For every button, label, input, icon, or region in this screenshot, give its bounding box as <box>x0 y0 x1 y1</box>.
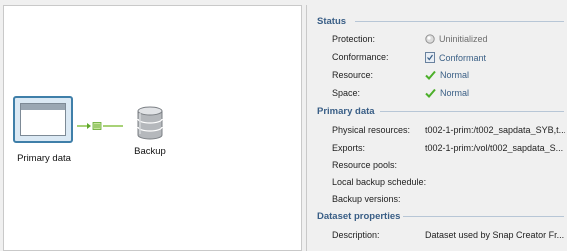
primary-data-section-header: Primary data <box>317 106 375 117</box>
replication-arrow-icon <box>77 122 123 130</box>
properties-panel: Status Protection: Uninitialized Conform… <box>306 5 567 251</box>
backup-node[interactable]: Backup <box>128 105 172 157</box>
database-icon <box>137 106 163 140</box>
dataset-details-pane: Primary data Backup Status Protection: U… <box>0 0 567 251</box>
local-backup-schedule-label: Local backup schedule: <box>332 177 427 187</box>
protection-value: Uninitialized <box>425 34 565 44</box>
primary-data-label: Primary data <box>17 153 71 164</box>
exports-label: Exports: <box>332 143 366 153</box>
green-check-icon <box>425 88 436 98</box>
conformance-value: Conformant <box>425 52 565 63</box>
conformant-shield-icon <box>425 52 435 63</box>
conformance-label: Conformance: <box>332 52 389 62</box>
description-label: Description: <box>332 230 380 240</box>
primary-data-node-box[interactable] <box>13 96 73 143</box>
section-divider <box>380 111 564 112</box>
protection-diagram: Primary data Backup <box>3 5 302 251</box>
physical-resources-value: t002-1-prim:/t002_sapdata_SYB,t... <box>425 125 565 135</box>
resource-value: Normal <box>425 70 565 80</box>
description-value: Dataset used by Snap Creator Fr... <box>425 230 565 240</box>
space-label: Space: <box>332 88 361 98</box>
space-value: Normal <box>425 88 565 98</box>
green-check-icon <box>425 70 436 80</box>
backup-label: Backup <box>134 146 166 157</box>
protection-label: Protection: <box>332 34 376 44</box>
primary-data-node[interactable]: Primary data <box>13 96 75 164</box>
window-icon <box>20 103 66 136</box>
resource-label: Resource: <box>332 70 374 80</box>
resource-pools-label: Resource pools: <box>332 160 398 170</box>
exports-value: t002-1-prim:/vol/t002_sapdata_S... <box>425 143 564 153</box>
section-divider <box>355 21 564 22</box>
backup-versions-label: Backup versions: <box>332 194 401 204</box>
section-divider <box>403 216 564 217</box>
uninitialized-circle-icon <box>425 34 435 44</box>
physical-resources-label: Physical resources: <box>332 125 411 135</box>
dataset-properties-section-header: Dataset properties <box>317 211 401 222</box>
status-section-header: Status <box>317 16 347 27</box>
